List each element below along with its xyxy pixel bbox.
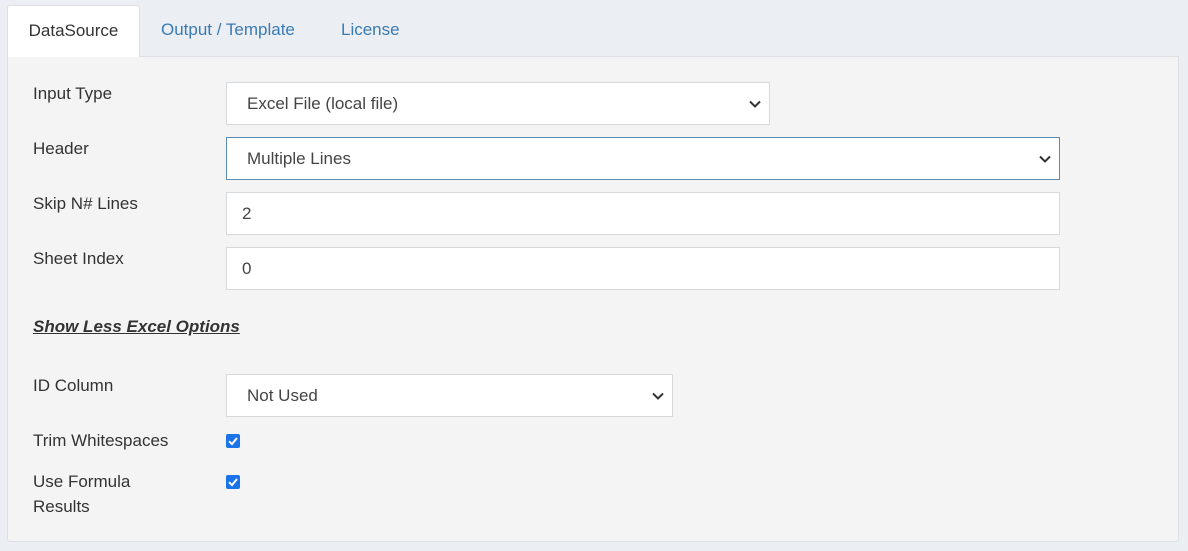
- input-type-value: Excel File (local file): [247, 94, 399, 113]
- use-formula-results-label-line2: Results: [33, 497, 90, 516]
- checkmark-icon: [228, 437, 238, 446]
- id-column-label: ID Column: [33, 376, 114, 395]
- id-column-value: Not Used: [247, 386, 318, 405]
- sheet-index-input[interactable]: 0: [226, 247, 1060, 290]
- use-formula-results-label: Use Formula Results: [33, 469, 130, 519]
- datasource-panel: Input Type Excel File (local file) Heade…: [7, 56, 1179, 542]
- use-formula-results-checkbox[interactable]: [226, 475, 240, 489]
- chevron-down-icon: [1039, 155, 1051, 163]
- input-type-select[interactable]: Excel File (local file): [226, 82, 770, 125]
- trim-whitespaces-label: Trim Whitespaces: [33, 431, 169, 450]
- input-type-label: Input Type: [33, 84, 113, 103]
- skip-lines-value: 2: [242, 204, 252, 223]
- show-less-excel-options-link[interactable]: Show Less Excel Options: [33, 317, 240, 337]
- skip-lines-input[interactable]: 2: [226, 192, 1060, 235]
- trim-whitespaces-checkbox[interactable]: [226, 434, 240, 448]
- checkmark-icon: [228, 478, 238, 487]
- id-column-select[interactable]: Not Used: [226, 374, 673, 417]
- use-formula-results-label-line1: Use Formula: [33, 472, 131, 491]
- chevron-down-icon: [749, 100, 761, 108]
- header-value: Multiple Lines: [247, 149, 351, 168]
- chevron-down-icon: [652, 392, 664, 400]
- tab-datasource[interactable]: DataSource: [7, 5, 140, 57]
- tab-bar: DataSource Output / Template License: [0, 0, 1188, 57]
- sheet-index-value: 0: [242, 259, 252, 278]
- tab-output-template[interactable]: Output / Template: [161, 5, 295, 55]
- header-select[interactable]: Multiple Lines: [226, 137, 1060, 180]
- skip-lines-label: Skip N# Lines: [33, 194, 138, 213]
- tab-license[interactable]: License: [341, 5, 400, 55]
- header-label: Header: [33, 139, 89, 158]
- sheet-index-label: Sheet Index: [33, 249, 124, 268]
